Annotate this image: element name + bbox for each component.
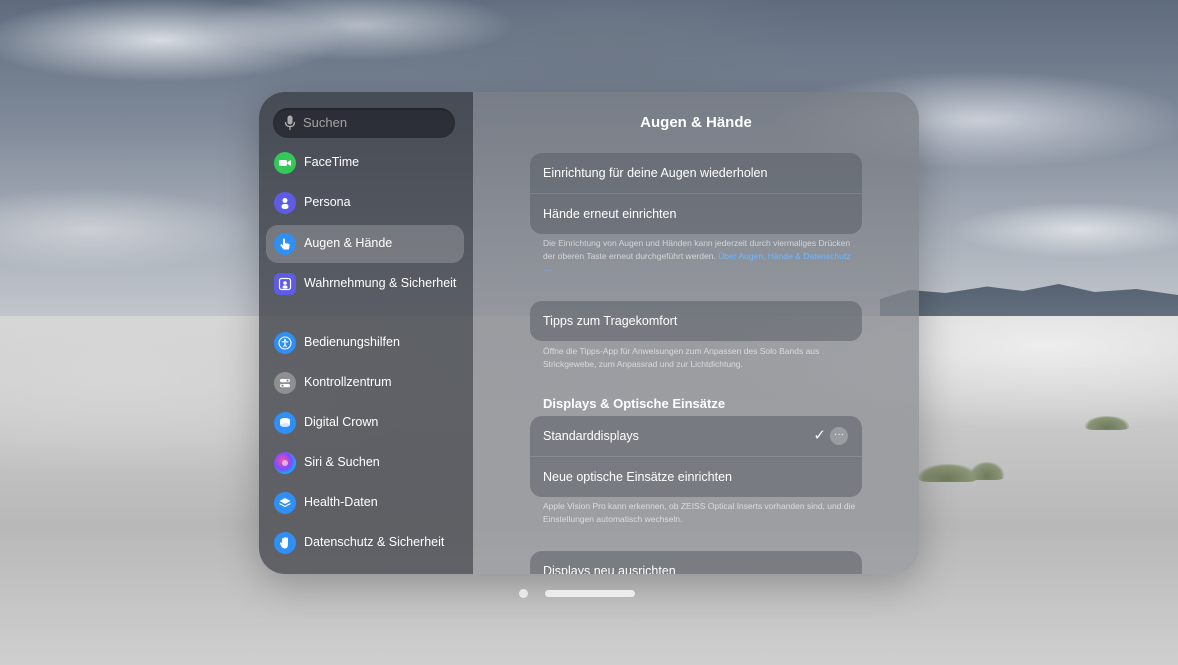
persona-icon [274,192,296,214]
sidebar-item-label: Wahrnehmung & Sicherheit [304,276,457,290]
sidebar-item-label: Health-Daten [304,495,378,509]
facetime-icon [274,152,296,174]
more-options-button[interactable]: ··· [830,427,848,445]
section-header: Displays & Optische Einsätze [543,396,726,411]
standard-displays-row[interactable]: Standarddisplays ✓ ··· [530,416,862,456]
group-footer: Die Einrichtung von Augen und Händen kan… [543,237,861,275]
sidebar-item-facetime[interactable]: FaceTime [266,144,464,182]
group-footer: Öffne die Tipps-App für Anweisungen zum … [543,345,861,370]
eyes-hands-setup-group: Einrichtung für deine Augen wiederholen … [530,153,862,234]
desert-plant [918,464,978,482]
sidebar-item-health-data[interactable]: Health-Daten [266,484,464,522]
accessibility-icon [274,332,296,354]
page-indicator-dot[interactable] [519,589,528,598]
sidebar-item-label: Augen & Hände [304,236,393,250]
digital-crown-icon [274,412,296,434]
sidebar-item-label: Datenschutz & Sicherheit [304,535,445,549]
health-data-icon [274,492,296,514]
microphone-icon[interactable] [284,115,296,131]
realign-displays-group: Displays neu ausrichten [530,551,862,574]
sidebar-item-accessibility[interactable]: Bedienungshilfen [266,324,464,362]
row-label: Neue optische Einsätze einrichten [543,470,733,484]
group-footer: Apple Vision Pro kann erkennen, ob ZEISS… [543,500,861,525]
sidebar-item-label: Kontrollzentrum [304,375,392,389]
footer-text: Apple Vision Pro kann erkennen, ob ZEISS… [543,501,856,524]
desert-plant [1085,416,1129,430]
checkmark-icon: ✓ [813,427,826,444]
comfort-tips-group: Tipps zum Tragekomfort [530,301,862,341]
row-label: Hände erneut einrichten [543,207,677,221]
sidebar-item-awareness-safety[interactable]: Wahrnehmung & Sicherheit [266,265,464,303]
control-center-icon [274,372,296,394]
sidebar-item-label: Digital Crown [304,415,379,429]
settings-window: Suchen FaceTime Persona Augen & Hände Wa [259,92,919,574]
sidebar-item-control-center[interactable]: Kontrollzentrum [266,364,464,402]
page-title: Augen & Hände [640,114,752,131]
awareness-icon [274,273,296,295]
search-field[interactable]: Suchen [273,108,455,138]
comfort-tips-row[interactable]: Tipps zum Tragekomfort [530,301,862,341]
row-label: Tipps zum Tragekomfort [543,314,678,328]
sidebar-item-label: Siri & Suchen [304,455,380,469]
sidebar-item-siri-search[interactable]: Siri & Suchen [266,444,464,482]
sidebar-item-label: FaceTime [304,155,360,169]
sidebar-item-digital-crown[interactable]: Digital Crown [266,404,464,442]
footer-text: Öffne die Tipps-App für Anweisungen zum … [543,346,820,369]
redo-hand-setup-row[interactable]: Hände erneut einrichten [530,193,862,234]
hand-pointer-icon [274,233,296,255]
row-label: Einrichtung für deine Augen wiederholen [543,166,768,180]
row-label: Standarddisplays [543,429,639,443]
sidebar: Suchen FaceTime Persona Augen & Hände Wa [259,92,473,574]
redo-eye-setup-row[interactable]: Einrichtung für deine Augen wiederholen [530,153,862,193]
search-placeholder: Suchen [303,115,348,130]
privacy-hand-icon [274,532,296,554]
detail-pane: Augen & Hände Einrichtung für deine Auge… [473,92,919,574]
sidebar-item-eyes-hands[interactable]: Augen & Hände [266,225,464,263]
sidebar-item-persona[interactable]: Persona [266,184,464,222]
sidebar-item-privacy-security[interactable]: Datenschutz & Sicherheit [266,524,464,562]
siri-icon [274,452,296,474]
realign-displays-row[interactable]: Displays neu ausrichten [530,551,862,574]
displays-group: Standarddisplays ✓ ··· Neue optische Ein… [530,416,862,497]
new-optical-inserts-row[interactable]: Neue optische Einsätze einrichten [530,456,862,497]
window-grab-bar[interactable] [545,590,635,597]
desert-plant [970,462,1004,480]
sidebar-item-label: Bedienungshilfen [304,335,400,349]
sidebar-item-label: Persona [304,195,351,209]
row-label: Displays neu ausrichten [543,564,676,574]
